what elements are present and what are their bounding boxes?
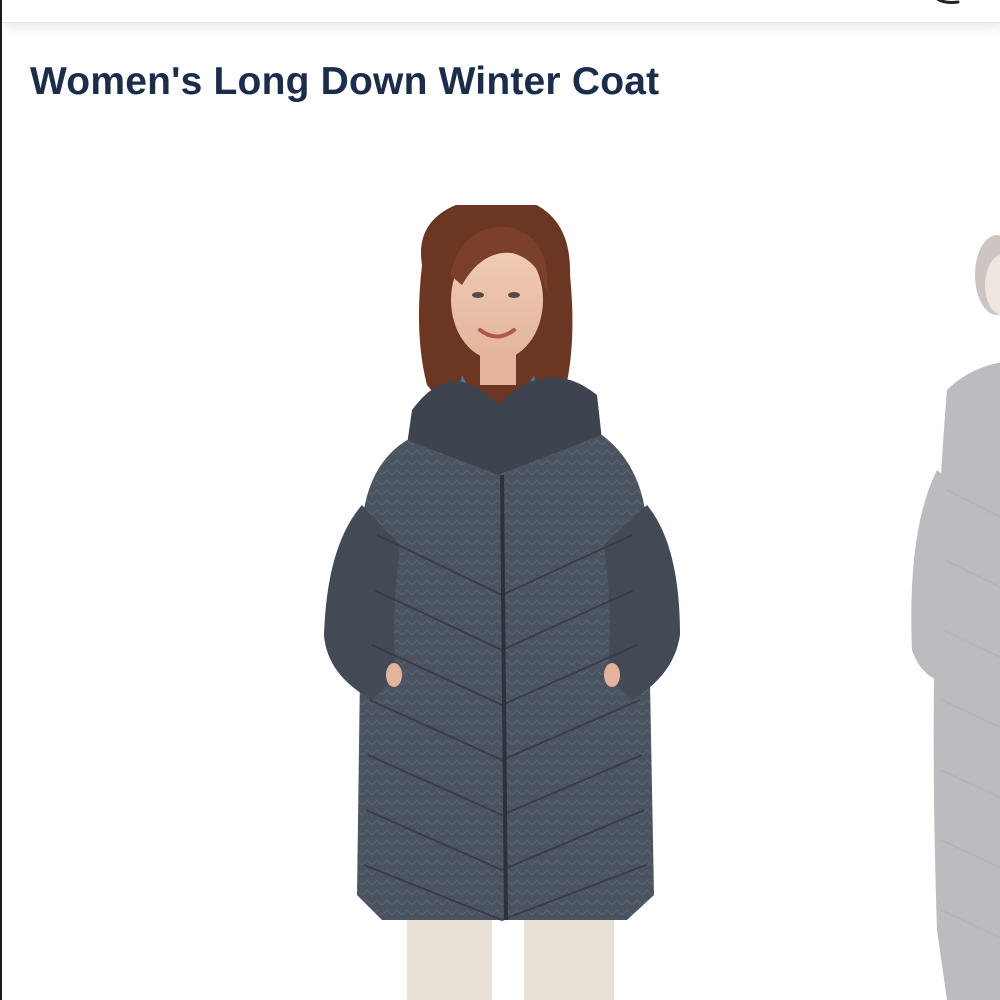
product-next-image[interactable] xyxy=(907,230,1000,1000)
partial-icon[interactable] xyxy=(934,0,960,6)
product-main-image[interactable] xyxy=(302,205,702,1000)
product-image-carousel[interactable] xyxy=(2,130,1000,1000)
product-title: Women's Long Down Winter Coat xyxy=(30,60,660,103)
top-navigation-bar xyxy=(2,0,1000,23)
product-page: Women's Long Down Winter Coat xyxy=(0,0,1000,1000)
